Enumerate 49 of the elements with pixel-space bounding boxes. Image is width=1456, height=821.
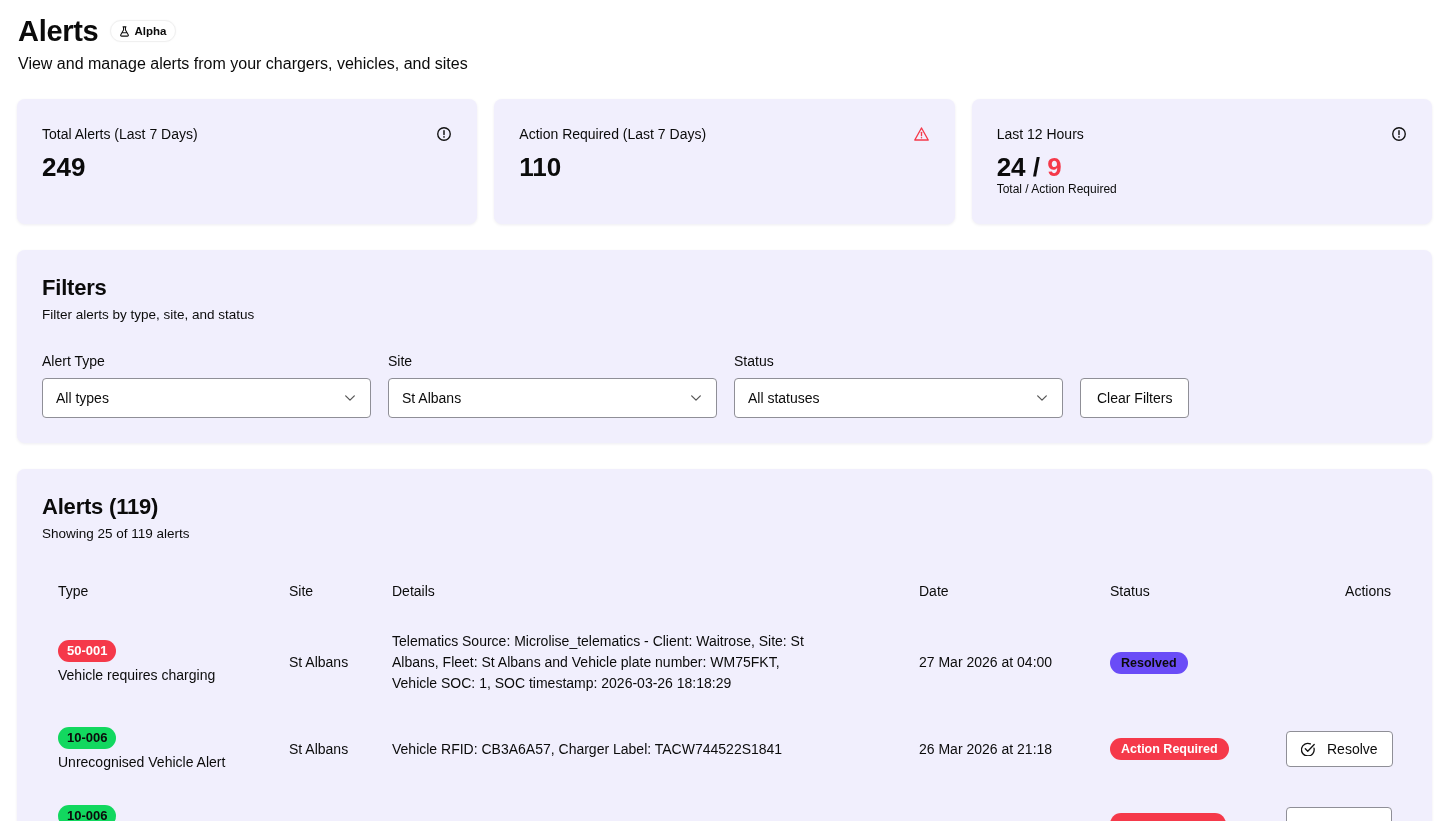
page-subtitle: View and manage alerts from your chargers, vehicles, and sites	[18, 54, 468, 74]
chevron-down-icon	[691, 395, 701, 401]
alert-name: Unrecognised Vehicle Alert	[58, 752, 226, 772]
field-label: Status	[734, 352, 774, 370]
section-title: Alerts (119)	[42, 494, 159, 520]
clear-filters-button[interactable]: Clear Filters	[1080, 378, 1190, 418]
date-cell: 27 Mar 2026 at 04:00	[919, 654, 1053, 670]
info-icon	[1392, 127, 1406, 141]
alert-code-badge: 10-006	[58, 726, 117, 749]
column-header: Date	[919, 583, 949, 599]
chevron-down-icon	[1037, 395, 1047, 401]
column-header: Status	[1110, 583, 1150, 599]
stat-label: Action Required (Last 7 Days)	[519, 125, 707, 144]
site-cell: St Albans	[289, 654, 349, 670]
stat-value: 249	[42, 152, 86, 182]
dropdown-field[interactable]: All types	[42, 378, 371, 418]
alert-code-badge: 50-001	[58, 640, 117, 662]
field-label: Site	[388, 352, 413, 370]
resolve-button[interactable]: Resolve	[1286, 731, 1393, 767]
dropdown-field[interactable]: St Albans	[388, 378, 717, 418]
stat-caption: Total / Action Required	[996, 182, 1117, 197]
details-cell-text: Vehicle RFID: CB3A6A57, Charger Label: TACW744522S1841	[392, 739, 784, 759]
stat-label: Last 12 Hours	[996, 125, 1084, 144]
chevron-down-icon	[345, 395, 355, 401]
flask-icon	[120, 25, 130, 37]
column-header: Type	[58, 583, 89, 599]
section-subtitle: Showing 25 of 119 alerts	[42, 525, 190, 543]
details-cell-text: Telematics Source: Microlise_telematics - Client: Waitrose, Site: St Albans, Fleet: St Albans and Vehicle plate number: WM75FKT, Vehicle SOC: 1, SOC timestamp: 2026-03-26 18:18:29	[392, 632, 805, 693]
field-label: Alert Type	[42, 352, 105, 370]
warning-icon	[913, 127, 929, 141]
stat-label: Total Alerts (Last 7 Days)	[42, 125, 198, 144]
tag-label: Alpha	[134, 24, 167, 38]
page-title: Alerts	[18, 14, 99, 48]
info-icon	[437, 127, 452, 141]
stat-value: 24 / 9	[996, 152, 1062, 182]
alert-code-badge: 10-006	[58, 804, 117, 821]
section-title: Filters	[42, 275, 107, 301]
dropdown-field[interactable]: All statuses	[734, 378, 1063, 418]
check-circle-icon	[1301, 742, 1315, 756]
site-cell: St Albans	[289, 740, 349, 757]
column-header: Site	[289, 583, 314, 599]
section-subtitle: Filter alerts by type, site, and status	[42, 306, 255, 324]
status-badge: Resolved	[1110, 651, 1188, 674]
column-header: Actions	[1345, 583, 1391, 599]
date-cell: 26 Mar 2026 at 21:18	[919, 740, 1053, 757]
column-header: Details	[392, 583, 435, 599]
stat-value: 110	[519, 152, 562, 182]
alert-name: Vehicle requires charging	[58, 666, 216, 685]
status-badge: Action Required	[1110, 738, 1229, 760]
